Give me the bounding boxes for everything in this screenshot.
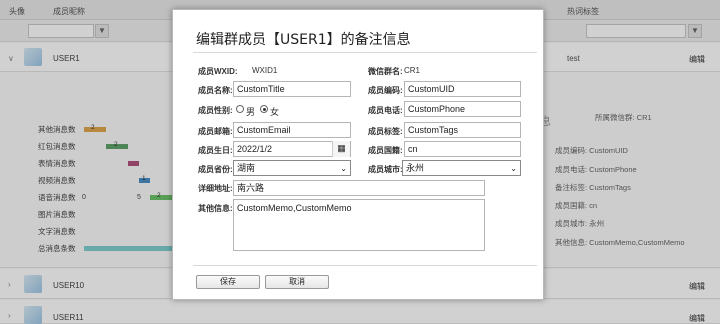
address-label: 详细地址: [198,184,233,193]
other-label: 其他信息: [198,204,233,213]
edit-member-dialog: 编辑群成员【USER1】的备注信息 成员WXID: WXID1 微信群名: CR… [172,9,544,300]
dialog-title: 编辑群成员【USER1】的备注信息 [196,32,411,48]
gender-female-radio[interactable] [260,105,268,113]
save-button[interactable]: 保存 [196,275,260,289]
name-label: 成员名称: [198,86,233,95]
calendar-icon[interactable]: ▦ [332,141,350,157]
uid-field[interactable]: CustomUID [404,81,521,97]
email-label: 成员邮箱: [198,127,233,136]
birthday-label: 成员生日: [198,146,233,155]
gender-male-label[interactable]: 男 [246,105,255,118]
phone-label: 成员电话: [368,106,403,115]
other-textarea[interactable]: CustomMemo,CustomMemo [233,199,485,251]
uid-label: 成员编码: [368,86,403,95]
group-label: 微信群名: [368,67,403,76]
group-value: CR1 [404,66,421,75]
nation-field[interactable]: cn [404,141,521,157]
divider [193,265,537,266]
gender-label: 成员性别: [198,106,233,115]
address-field[interactable]: 南六路 [233,180,485,196]
birthday-value: 2022/1/2 [237,144,273,154]
city-label: 成员城市: [368,165,403,174]
gender-male-radio[interactable] [236,105,244,113]
email-field[interactable]: CustomEmail [233,122,351,138]
name-field[interactable]: CustomTitle [233,81,351,97]
tags-label: 成员标签: [368,127,403,136]
cancel-button[interactable]: 取消 [265,275,329,289]
chevron-down-icon: ⌄ [340,164,347,173]
wxid-value: WXID1 [252,66,278,75]
province-select[interactable]: 湖南 ⌄ [233,160,351,176]
chevron-down-icon: ⌄ [510,164,517,173]
province-label: 成员省份: [198,165,233,174]
divider [193,52,537,53]
phone-field[interactable]: CustomPhone [404,101,521,117]
tags-field[interactable]: CustomTags [404,122,521,138]
birthday-field[interactable]: 2022/1/2 ▦ [233,141,351,157]
city-select[interactable]: 永州 ⌄ [402,160,521,176]
province-value: 湖南 [237,163,256,173]
wxid-label: 成员WXID: [198,67,238,76]
city-value: 永州 [406,163,425,173]
nation-label: 成员国籍: [368,146,403,155]
gender-female-label[interactable]: 女 [270,105,279,118]
